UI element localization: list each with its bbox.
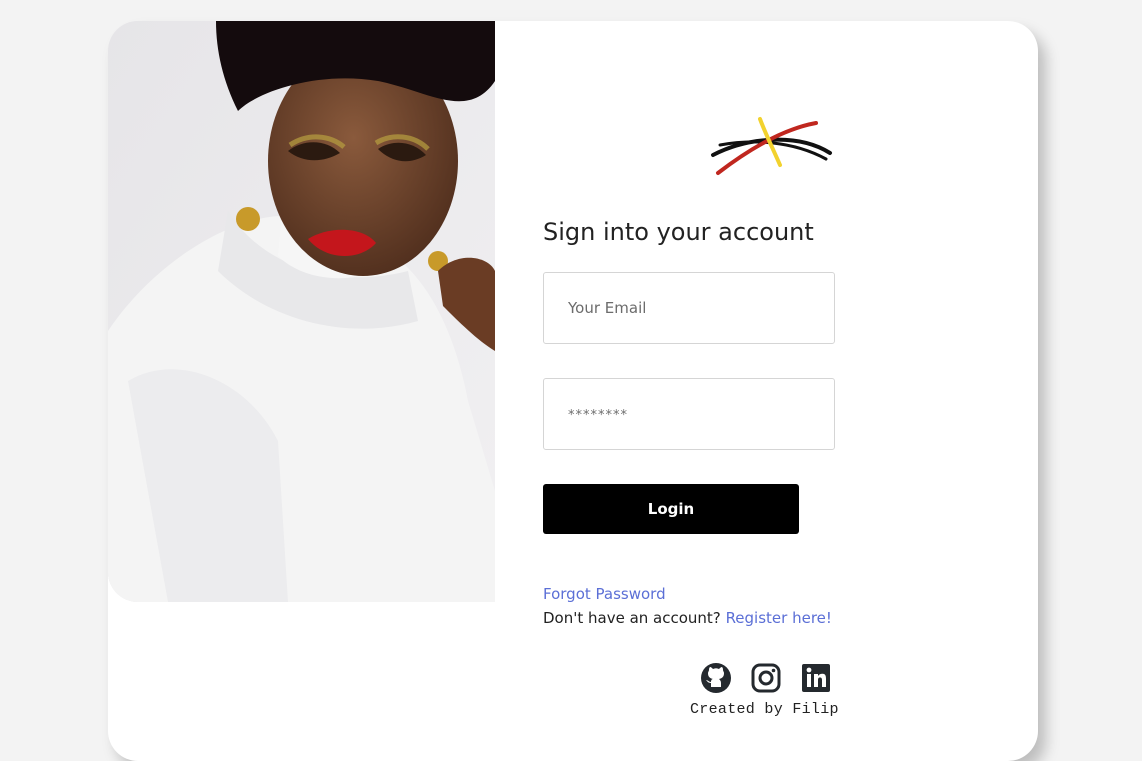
password-field[interactable] xyxy=(543,378,835,450)
brand-logo xyxy=(711,117,832,175)
forgot-password-link[interactable]: Forgot Password xyxy=(543,585,666,603)
hero-photo xyxy=(108,21,495,602)
page-title: Sign into your account xyxy=(543,218,814,246)
login-button[interactable]: Login xyxy=(543,484,799,534)
login-card: Sign into your account Login Forgot Pass… xyxy=(108,21,1038,761)
register-prompt-text: Don't have an account? xyxy=(543,609,721,627)
instagram-icon[interactable] xyxy=(750,662,782,694)
register-prompt: Don't have an account? Register here! xyxy=(543,609,832,627)
credit-text: Created by Filip xyxy=(690,701,839,718)
register-link[interactable]: Register here! xyxy=(726,609,832,627)
github-icon[interactable] xyxy=(700,662,732,694)
email-field[interactable] xyxy=(543,272,835,344)
linkedin-icon[interactable] xyxy=(800,662,832,694)
social-links xyxy=(700,662,832,694)
